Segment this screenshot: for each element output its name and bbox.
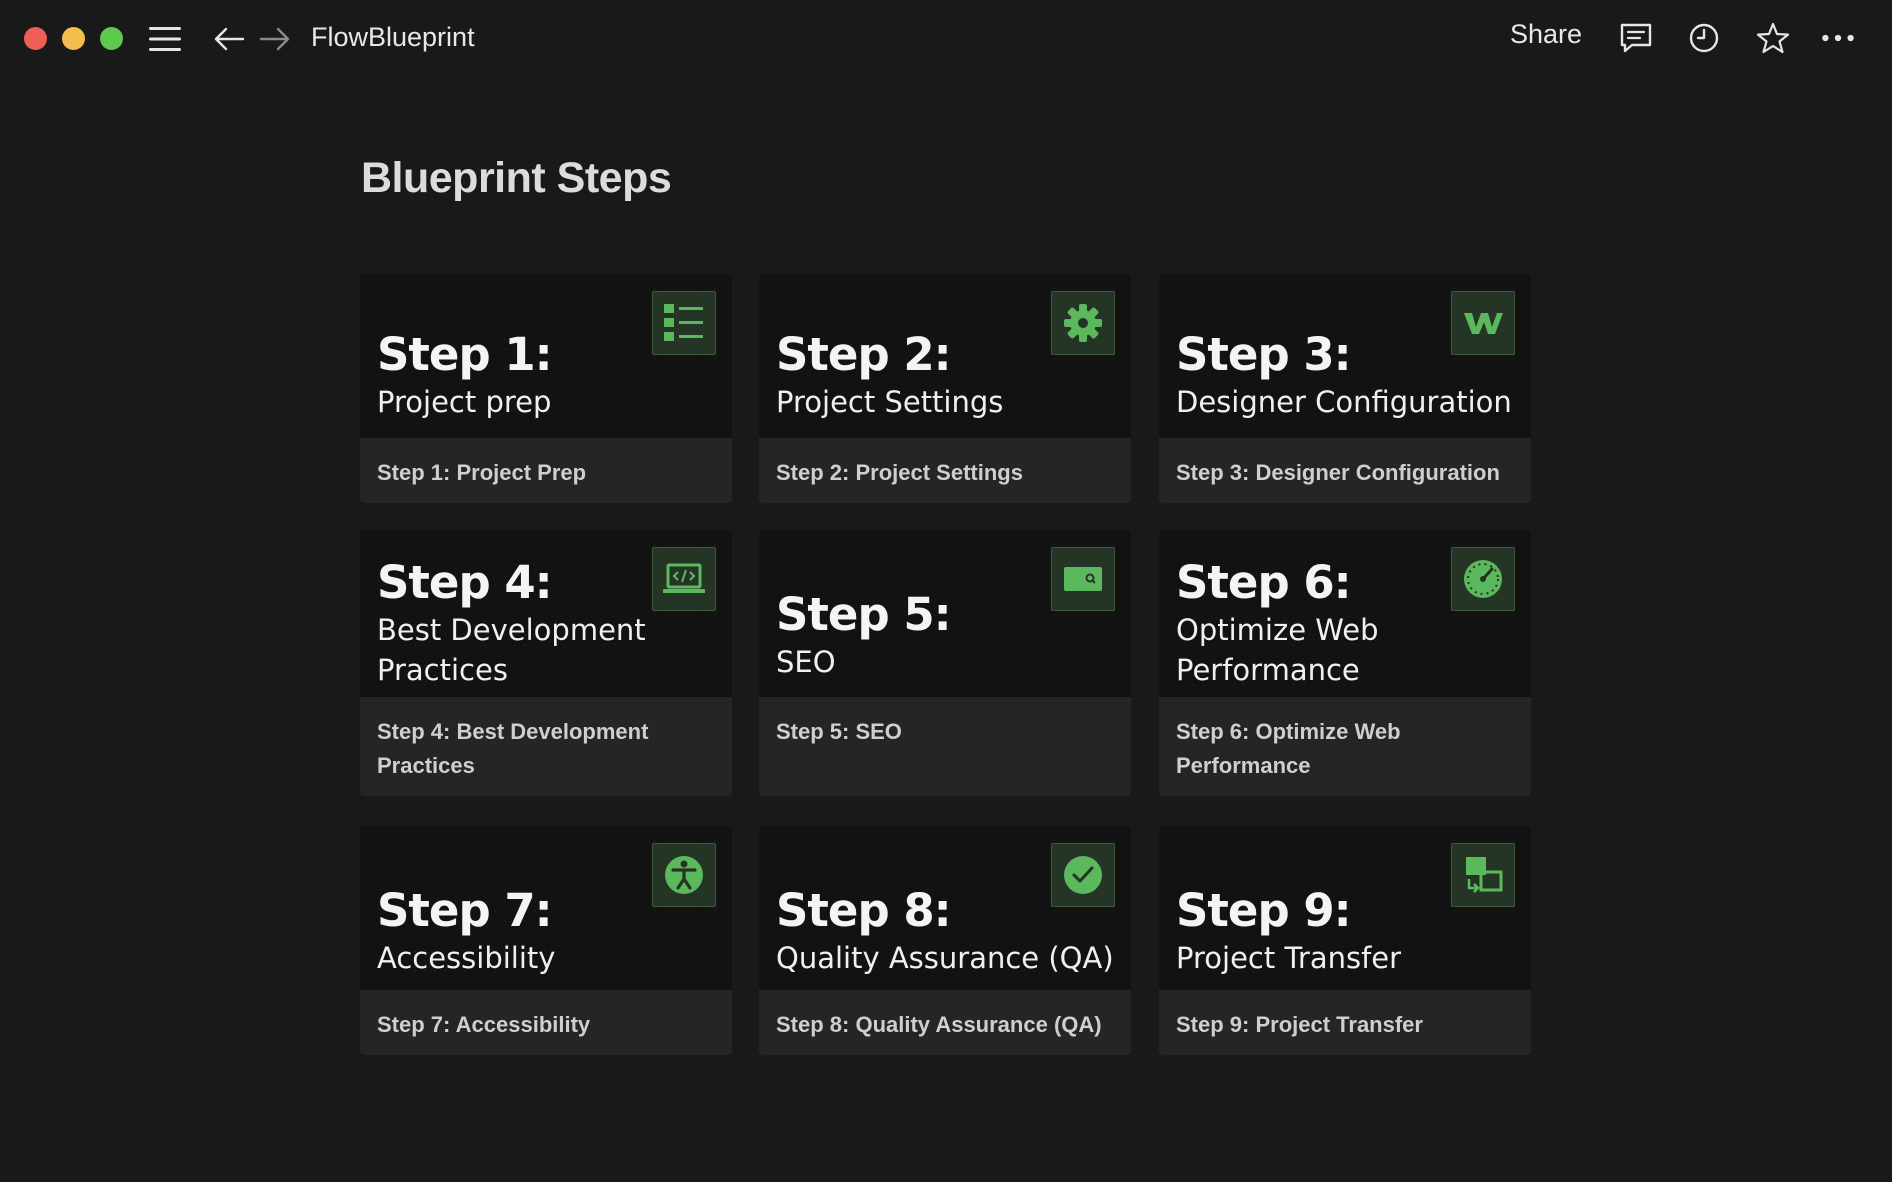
card-caption[interactable]: Step 8: Quality Assurance (QA) [759, 990, 1131, 1055]
gear-icon [1051, 291, 1115, 355]
card-cover: Step 2: Project Settings [759, 274, 1131, 438]
card-subtitle: Project prep [377, 385, 552, 419]
star-icon[interactable] [1755, 20, 1791, 56]
title-bar: FlowBlueprint Share [0, 0, 1892, 76]
step-card-3[interactable]: Step 3: Designer Configuration Step 3: D… [1159, 274, 1531, 503]
step-card-2[interactable]: Step 2: Project Settings Step 2: Project… [759, 274, 1131, 503]
card-subtitle: SEO [776, 645, 836, 679]
card-step-label: Step 8: [776, 884, 952, 937]
card-step-label: Step 4: [377, 556, 553, 609]
forward-arrow-icon[interactable] [258, 25, 292, 53]
card-subtitle: Optimize Web Performance [1176, 613, 1379, 687]
checklist-icon [652, 291, 716, 355]
card-step-label: Step 3: [1176, 328, 1352, 381]
card-step-label: Step 5: [776, 588, 952, 641]
card-caption[interactable]: Step 1: Project Prep [360, 438, 732, 503]
card-step-label: Step 7: [377, 884, 553, 937]
webflow-logo-icon [1451, 291, 1515, 355]
step-card-4[interactable]: Step 4: Best Development Practices Step … [360, 530, 732, 796]
card-caption[interactable]: Step 4: Best Development Practices [360, 697, 732, 796]
step-card-9[interactable]: Step 9: Project Transfer Step 9: Project… [1159, 826, 1531, 1055]
card-cover: Step 9: Project Transfer [1159, 826, 1531, 990]
card-caption[interactable]: Step 6: Optimize Web Performance [1159, 697, 1531, 796]
more-dots-icon[interactable] [1820, 20, 1856, 56]
card-cover: Step 8: Quality Assurance (QA) [759, 826, 1131, 990]
step-card-1[interactable]: Step 1: Project prep Step 1: Project Pre… [360, 274, 732, 503]
code-laptop-icon [652, 547, 716, 611]
minimize-button[interactable] [62, 27, 85, 50]
card-subtitle: Designer Configuration [1176, 385, 1512, 419]
menu-icon[interactable] [148, 24, 182, 54]
card-subtitle: Project Transfer [1176, 941, 1402, 975]
app-title: FlowBlueprint [311, 22, 475, 52]
share-button[interactable]: Share [1510, 19, 1582, 50]
card-caption[interactable]: Step 3: Designer Configuration [1159, 438, 1531, 503]
speedometer-icon [1451, 547, 1515, 611]
card-cover: Step 6: Optimize Web Performance [1159, 530, 1531, 697]
card-step-label: Step 2: [776, 328, 952, 381]
card-caption[interactable]: Step 2: Project Settings [759, 438, 1131, 503]
card-caption[interactable]: Step 7: Accessibility [360, 990, 732, 1055]
search-window-icon [1051, 547, 1115, 611]
step-card-5[interactable]: Step 5: SEO Step 5: SEO [759, 530, 1131, 796]
accessibility-icon [652, 843, 716, 907]
step-card-6[interactable]: Step 6: Optimize Web Performance Step 6:… [1159, 530, 1531, 796]
card-subtitle: Quality Assurance (QA) [776, 941, 1114, 975]
back-arrow-icon[interactable] [212, 25, 246, 53]
close-button[interactable] [24, 27, 47, 50]
card-step-label: Step 9: [1176, 884, 1352, 937]
card-cover: Step 7: Accessibility [360, 826, 732, 990]
step-card-8[interactable]: Step 8: Quality Assurance (QA) Step 8: Q… [759, 826, 1131, 1055]
card-cover: Step 4: Best Development Practices [360, 530, 732, 697]
card-subtitle: Best Development Practices [377, 613, 646, 687]
card-cover: Step 3: Designer Configuration [1159, 274, 1531, 438]
card-step-label: Step 1: [377, 328, 553, 381]
comment-icon[interactable] [1618, 20, 1654, 56]
window-controls [24, 27, 123, 50]
card-caption[interactable]: Step 5: SEO [759, 697, 1131, 796]
card-cover: Step 1: Project prep [360, 274, 732, 438]
card-step-label: Step 6: [1176, 556, 1352, 609]
card-subtitle: Accessibility [377, 941, 556, 975]
check-badge-icon [1051, 843, 1115, 907]
card-caption[interactable]: Step 9: Project Transfer [1159, 990, 1531, 1055]
history-clock-icon[interactable] [1686, 20, 1722, 56]
step-card-7[interactable]: Step 7: Accessibility Step 7: Accessibil… [360, 826, 732, 1055]
page-title: Blueprint Steps [361, 154, 672, 202]
card-subtitle: Project Settings [776, 385, 1004, 419]
transfer-icon [1451, 843, 1515, 907]
zoom-button[interactable] [100, 27, 123, 50]
card-cover: Step 5: SEO [759, 530, 1131, 697]
